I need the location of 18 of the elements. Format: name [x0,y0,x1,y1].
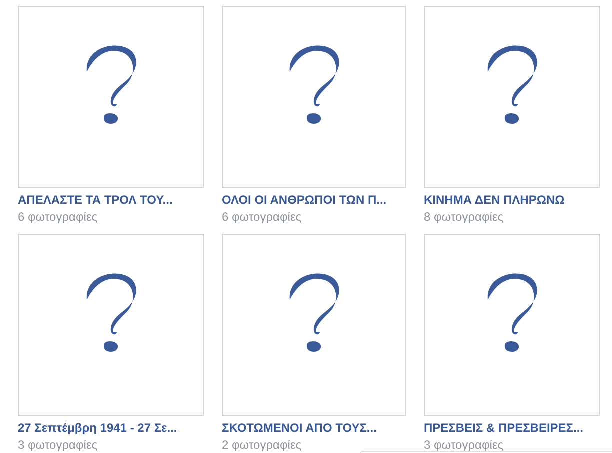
photo-count: 3 φωτογραφίες [18,437,98,453]
album-thumbnail[interactable] [424,6,600,188]
album-title[interactable]: ΟΛΟΙ ΟΙ ΑΝΘΡΩΠΟΙ ΤΩΝ Π... [222,192,387,208]
photo-count: 8 φωτογραφίες [424,209,504,225]
photo-count: 2 φωτογραφίες [222,437,302,453]
album-title[interactable]: ΑΠΕΛΑΣΤΕ ΤΑ ΤΡΟΛ ΤΟΥ... [18,192,173,208]
photo-count: 6 φωτογραφίες [18,209,98,225]
album-title[interactable]: ΠΡΕΣΒΕΙΣ & ΠΡΕΣΒΕΙΡΕΣ... [424,420,584,436]
album-thumbnail[interactable] [222,6,406,188]
album-title[interactable]: ΚΙΝΗΜΑ ΔΕΝ ΠΛΗΡΩΝΩ [424,192,565,208]
album-title[interactable]: 27 Σεπτέμβρη 1941 - 27 Σε... [18,420,178,436]
album-thumbnail[interactable] [424,234,600,416]
album-thumbnail[interactable] [18,6,204,188]
photo-count: 3 φωτογραφίες [424,437,504,453]
photo-count: 6 φωτογραφίες [222,209,302,225]
album-thumbnail[interactable] [222,234,406,416]
album-title[interactable]: ΣΚΟΤΩΜΕΝΟΙ ΑΠΟ ΤΟΥΣ... [222,420,377,436]
album-thumbnail[interactable] [18,234,204,416]
